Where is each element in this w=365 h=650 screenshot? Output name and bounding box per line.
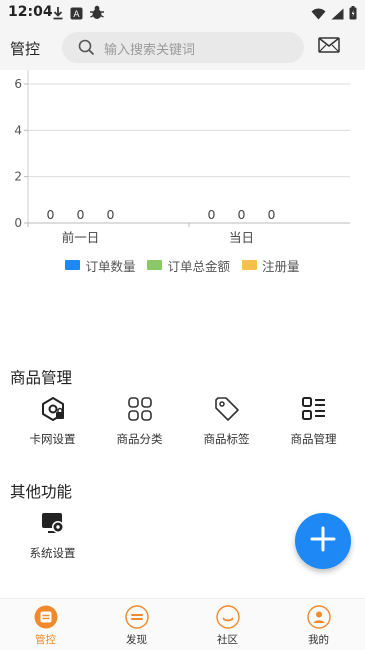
data-label: 0	[47, 207, 55, 222]
legend-item[interactable]: 订单总金额	[147, 256, 230, 274]
x-tick-label: 当日	[229, 230, 254, 245]
category-grid-icon	[126, 395, 154, 423]
tag-button[interactable]: 商品标签	[181, 395, 272, 447]
search-input[interactable]: 输入搜索关键词	[62, 32, 304, 63]
search-placeholder: 输入搜索关键词	[104, 43, 196, 58]
goods-manage-button[interactable]: 商品管理	[268, 395, 359, 447]
data-label: 0	[268, 207, 276, 222]
nav-label-discover: 发现	[126, 634, 147, 646]
chart-svg: 0 2 4 6 前一日 0 0 0 当日 0 0 0	[14, 70, 350, 245]
svg-text:A: A	[73, 10, 80, 20]
status-time: 12:04	[8, 4, 53, 20]
legend-swatch	[147, 260, 163, 270]
wifi-icon	[311, 5, 326, 24]
community-icon	[215, 605, 240, 629]
legend-swatch	[65, 260, 81, 270]
y-tick-label: 6	[14, 77, 22, 91]
profile-icon	[306, 605, 331, 629]
nav-item-control[interactable]: 管控	[0, 605, 91, 647]
system-settings-button[interactable]: 系统设置	[7, 509, 98, 561]
y-tick-label: 0	[14, 216, 22, 230]
bottom-nav: 管控 发现 社区 我的	[0, 598, 365, 650]
legend-swatch	[242, 260, 257, 270]
search-icon	[78, 39, 95, 60]
x-tick-label: 前一日	[62, 230, 100, 245]
system-settings-label: 系统设置	[29, 546, 76, 560]
status-notification-icons: A	[52, 5, 105, 24]
battery-icon	[349, 5, 357, 24]
tag-icon	[213, 395, 241, 423]
goods-grid: 卡网设置 商品分类 商品标签 商品管理	[0, 395, 365, 455]
nav-item-community[interactable]: 社区	[182, 605, 273, 647]
signal-icon	[331, 5, 344, 24]
add-fab-button[interactable]	[295, 513, 351, 569]
legend-item[interactable]: 注册量	[242, 256, 300, 274]
legend-label: 注册量	[262, 258, 300, 274]
data-label: 0	[77, 207, 85, 222]
y-tick-label: 4	[14, 123, 22, 137]
legend-label: 订单总金额	[167, 258, 230, 274]
nav-label-community: 社区	[217, 634, 238, 646]
goods-section-title: 商品管理	[10, 369, 73, 387]
data-label: 0	[208, 207, 216, 222]
bar-chart: 0 2 4 6 前一日 0 0 0 当日 0 0 0	[0, 70, 365, 280]
card-settings-icon	[39, 395, 67, 423]
other-section-title: 其他功能	[10, 483, 73, 501]
goods-manage-label: 商品管理	[290, 432, 337, 446]
app-a-icon: A	[70, 5, 83, 24]
data-label: 0	[238, 207, 246, 222]
page-title: 管控	[10, 40, 41, 58]
nav-item-discover[interactable]: 发现	[91, 605, 182, 647]
status-system-icons	[311, 5, 357, 24]
data-label: 0	[107, 207, 115, 222]
card-settings-button[interactable]: 卡网设置	[7, 395, 98, 447]
category-label: 商品分类	[116, 432, 163, 446]
bug-icon	[89, 5, 105, 24]
control-icon	[34, 605, 58, 629]
app-header: 管控 输入搜索关键词	[0, 26, 365, 70]
nav-label-profile: 我的	[308, 634, 329, 646]
download-icon	[52, 5, 64, 24]
legend-item[interactable]: 订单数量	[65, 256, 135, 274]
status-bar: 12:04 A	[0, 0, 365, 26]
chart-legend: 订单数量 订单总金额 注册量	[0, 256, 365, 274]
system-settings-icon	[39, 509, 67, 537]
nav-label-control: 管控	[35, 634, 56, 646]
legend-label: 订单数量	[85, 258, 136, 274]
mail-icon[interactable]	[318, 36, 342, 58]
list-manage-icon	[300, 395, 328, 423]
nav-item-profile[interactable]: 我的	[273, 605, 364, 647]
y-tick-label: 2	[14, 170, 22, 184]
tag-label: 商品标签	[203, 432, 250, 446]
plus-icon	[310, 526, 336, 556]
discover-icon	[124, 605, 149, 629]
card-settings-label: 卡网设置	[29, 432, 76, 446]
category-button[interactable]: 商品分类	[94, 395, 185, 447]
